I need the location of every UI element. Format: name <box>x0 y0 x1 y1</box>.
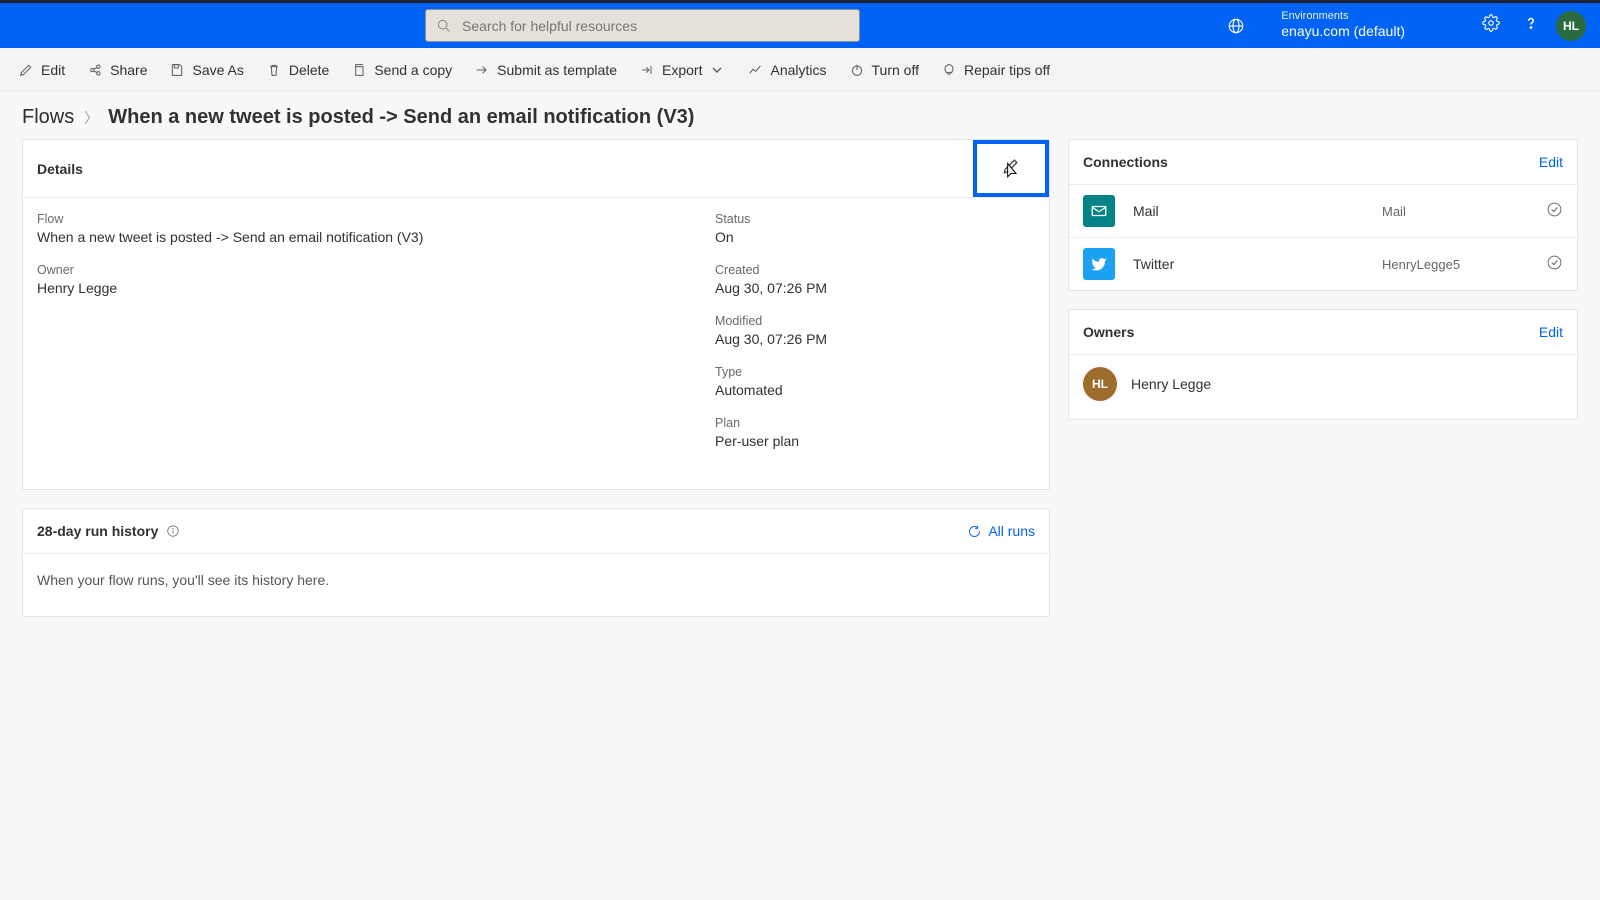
modified-value: Aug 30, 07:26 PM <box>715 331 1035 347</box>
repair-tips-button[interactable]: Repair tips off <box>941 62 1050 78</box>
help-icon[interactable] <box>1522 14 1540 37</box>
delete-button[interactable]: Delete <box>266 62 329 78</box>
owner-avatar: HL <box>1083 367 1117 401</box>
plan-value: Per-user plan <box>715 433 1035 449</box>
details-title: Details <box>37 161 83 177</box>
run-history-card: 28-day run history All runs When your fl… <box>22 508 1050 617</box>
owners-title: Owners <box>1083 324 1134 340</box>
user-avatar[interactable]: HL <box>1556 11 1586 41</box>
environment-label: Environments <box>1281 9 1405 24</box>
flow-label: Flow <box>37 212 715 226</box>
chevron-right-icon: 〉 <box>84 108 98 128</box>
owner-row[interactable]: HL Henry Legge <box>1069 355 1577 419</box>
breadcrumb-current: When a new tweet is posted -> Send an em… <box>108 106 694 129</box>
connections-card: Connections Edit Mail Mail Twitter Henry… <box>1068 139 1578 291</box>
edit-button[interactable]: Edit <box>18 62 65 78</box>
all-runs-button[interactable]: All runs <box>967 523 1035 539</box>
type-label: Type <box>715 365 1035 379</box>
created-value: Aug 30, 07:26 PM <box>715 280 1035 296</box>
connection-account: Mail <box>1382 204 1532 219</box>
connection-name: Twitter <box>1129 256 1368 272</box>
save-as-button[interactable]: Save As <box>169 62 243 78</box>
plan-label: Plan <box>715 416 1035 430</box>
search-icon <box>436 18 452 34</box>
type-value: Automated <box>715 382 1035 398</box>
send-copy-button[interactable]: Send a copy <box>351 62 452 78</box>
command-bar: Edit Share Save As Delete Send a copy Su… <box>0 48 1600 92</box>
modified-label: Modified <box>715 314 1035 328</box>
run-history-empty: When your flow runs, you'll see its hist… <box>23 554 1049 616</box>
connections-title: Connections <box>1083 154 1168 170</box>
status-value: On <box>715 229 1035 245</box>
created-label: Created <box>715 263 1035 277</box>
connection-account: HenryLegge5 <box>1382 257 1532 272</box>
refresh-icon <box>967 524 982 539</box>
mail-icon <box>1083 195 1115 227</box>
check-icon <box>1546 254 1563 274</box>
status-label: Status <box>715 212 1035 226</box>
share-button[interactable]: Share <box>87 62 147 78</box>
owners-card: Owners Edit HL Henry Legge <box>1068 309 1578 420</box>
search-input[interactable] <box>462 18 849 34</box>
breadcrumb-root[interactable]: Flows <box>22 106 74 129</box>
chevron-down-icon <box>709 62 725 78</box>
owners-edit-button[interactable]: Edit <box>1539 324 1563 340</box>
twitter-icon <box>1083 248 1115 280</box>
owner-value: Henry Legge <box>37 280 715 296</box>
details-card: Details Flow When a new tweet is posted -… <box>22 139 1050 490</box>
breadcrumb: Flows 〉 When a new tweet is posted -> Se… <box>0 92 1600 139</box>
info-icon[interactable] <box>166 524 180 538</box>
details-edit-button[interactable] <box>973 140 1049 197</box>
environment-icon[interactable] <box>1227 17 1245 35</box>
export-button[interactable]: Export <box>639 62 725 78</box>
connection-name: Mail <box>1129 203 1368 219</box>
environment-picker[interactable]: Environments enayu.com (default) <box>1281 9 1405 39</box>
turn-off-button[interactable]: Turn off <box>849 62 919 78</box>
check-icon <box>1546 201 1563 221</box>
search-box[interactable] <box>425 9 860 42</box>
analytics-button[interactable]: Analytics <box>747 62 826 78</box>
run-history-title: 28-day run history <box>37 523 158 539</box>
flow-value: When a new tweet is posted -> Send an em… <box>37 229 715 245</box>
owner-label: Owner <box>37 263 715 277</box>
top-bar: Environments enayu.com (default) HL <box>0 0 1600 48</box>
owner-name: Henry Legge <box>1131 376 1211 392</box>
settings-icon[interactable] <box>1482 14 1500 37</box>
cursor-icon <box>1001 161 1021 181</box>
environment-value: enayu.com (default) <box>1281 24 1405 39</box>
connection-row-twitter[interactable]: Twitter HenryLegge5 <box>1069 237 1577 290</box>
submit-template-button[interactable]: Submit as template <box>474 62 617 78</box>
connections-edit-button[interactable]: Edit <box>1539 154 1563 170</box>
connection-row-mail[interactable]: Mail Mail <box>1069 185 1577 237</box>
